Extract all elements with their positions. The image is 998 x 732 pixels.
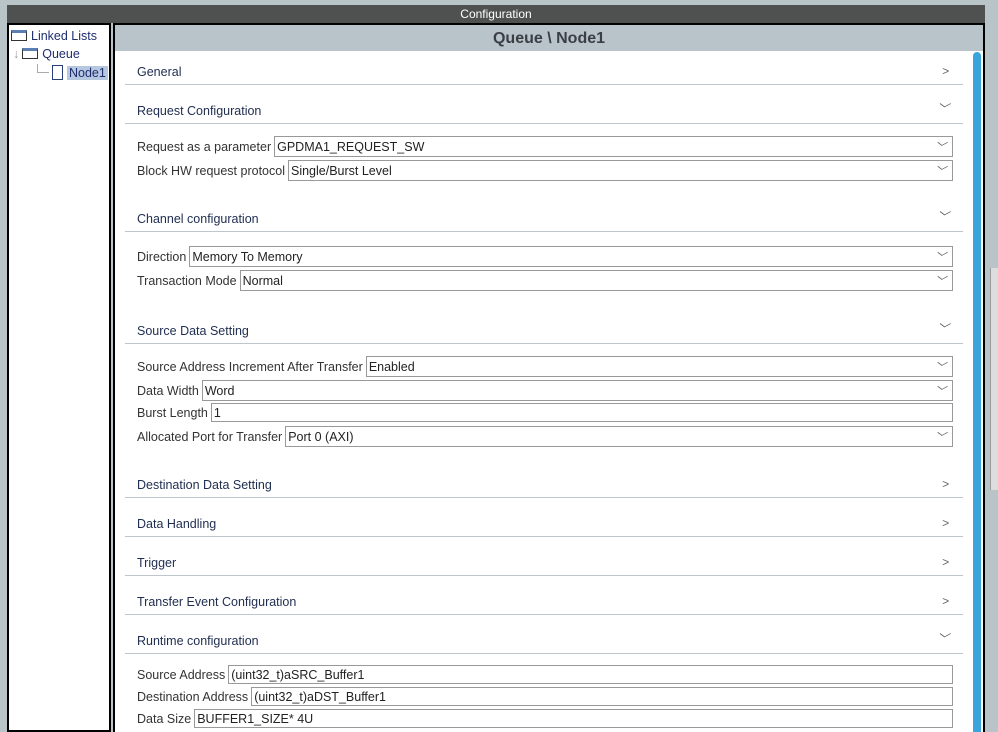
chevron-down-icon: ﹀	[935, 276, 946, 288]
chevron-right-icon: >	[941, 477, 949, 491]
src-inc-select[interactable]: Enabled ﹀	[365, 356, 953, 377]
section-channel[interactable]: Channel configuration ﹀	[125, 194, 963, 232]
field-value: Word	[204, 383, 235, 398]
burst-input[interactable]: 1	[210, 403, 953, 422]
section-label: Runtime configuration	[137, 634, 259, 648]
section-label: Transfer Event Configuration	[137, 595, 297, 609]
section-general[interactable]: General >	[125, 47, 963, 85]
direction-select[interactable]: Memory To Memory ﹀	[189, 246, 953, 267]
tree-label: Linked Lists	[31, 28, 98, 43]
folder-icon	[11, 30, 27, 41]
tree-label: Node1	[67, 65, 108, 80]
section-label: Source Data Setting	[137, 324, 249, 338]
burst-row: Burst Length 1	[137, 403, 953, 422]
chevron-down-icon: ﹀	[936, 102, 949, 116]
section-label: Trigger	[137, 556, 177, 570]
background-window-edge	[990, 268, 998, 490]
transaction-select[interactable]: Normal ﹀	[239, 270, 953, 291]
field-label: Destination Address	[137, 689, 249, 704]
data-width-select[interactable]: Word ﹀	[201, 380, 953, 401]
tree-item-linked-lists[interactable]: Linked Lists	[11, 27, 97, 44]
data-size-row: Data Size BUFFER1_SIZE* 4U	[137, 709, 953, 728]
field-label: Transaction Mode	[137, 273, 237, 288]
section-runtime[interactable]: Runtime configuration ﹀	[125, 616, 963, 654]
field-value: (uint32_t)aDST_Buffer1	[254, 689, 386, 704]
chevron-down-icon: ﹀	[935, 362, 946, 374]
tree-label: Queue	[42, 46, 80, 61]
field-value: Memory To Memory	[192, 249, 303, 264]
config-panel: Queue \ Node1 General > Request Configura…	[113, 23, 985, 732]
request-param-row: Request as a parameter GPDMA1_REQUEST_SW ﹀	[137, 136, 953, 157]
data-width-row: Data Width Word ﹀	[137, 380, 953, 401]
block-hw-row: Block HW request protocol Single/Burst Le…	[137, 160, 953, 181]
dst-addr-input[interactable]: (uint32_t)aDST_Buffer1	[251, 687, 953, 706]
data-size-input[interactable]: BUFFER1_SIZE* 4U	[194, 709, 953, 728]
field-label: Direction	[137, 249, 187, 264]
chevron-right-icon: >	[941, 594, 949, 608]
block-hw-select[interactable]: Single/Burst Level ﹀	[287, 160, 953, 181]
chevron-down-icon: ﹀	[935, 166, 946, 178]
section-label: Data Handling	[137, 517, 217, 531]
section-request[interactable]: Request Configuration ﹀	[125, 86, 963, 124]
chevron-down-icon: ﹀	[935, 252, 946, 264]
scrollbar[interactable]	[973, 52, 981, 732]
field-value: Enabled	[368, 359, 415, 374]
section-label: Request Configuration	[137, 104, 262, 118]
transaction-row: Transaction Mode Normal ﹀	[137, 270, 953, 291]
section-label: Channel configuration	[137, 212, 259, 226]
chevron-right-icon: >	[941, 555, 949, 569]
field-value: BUFFER1_SIZE* 4U	[197, 711, 314, 726]
src-addr-input[interactable]: (uint32_t)aSRC_Buffer1	[228, 665, 953, 684]
field-label: Data Width	[137, 383, 199, 398]
chevron-down-icon: ﹀	[936, 210, 949, 224]
tree-connector	[37, 64, 49, 73]
direction-row: Direction Memory To Memory ﹀	[137, 246, 953, 267]
chevron-down-icon: ﹀	[935, 386, 946, 398]
section-transfer-event[interactable]: Transfer Event Configuration >	[125, 577, 963, 615]
request-param-select[interactable]: GPDMA1_REQUEST_SW ﹀	[274, 136, 953, 157]
chevron-down-icon: ﹀	[935, 432, 946, 444]
field-label: Block HW request protocol	[137, 163, 285, 178]
tree-item-node1[interactable]: Node1	[37, 64, 108, 81]
field-label: Source Address Increment After Transfer	[137, 359, 363, 374]
field-label: Request as a parameter	[137, 139, 272, 154]
expand-arrow-icon[interactable]: ↓	[13, 47, 19, 61]
dst-addr-row: Destination Address (uint32_t)aDST_Buffer…	[137, 687, 953, 706]
chevron-right-icon: >	[941, 516, 949, 530]
chevron-down-icon: ﹀	[936, 322, 949, 336]
chevron-right-icon: >	[941, 64, 949, 78]
section-destination[interactable]: Destination Data Setting >	[125, 460, 963, 498]
field-value: GPDMA1_REQUEST_SW	[277, 139, 425, 154]
field-value: (uint32_t)aSRC_Buffer1	[231, 667, 365, 682]
field-value: Port 0 (AXI)	[288, 429, 354, 444]
section-label: General	[137, 65, 182, 79]
port-select[interactable]: Port 0 (AXI) ﹀	[285, 426, 953, 447]
field-value: Single/Burst Level	[290, 163, 392, 178]
section-source[interactable]: Source Data Setting ﹀	[125, 306, 963, 344]
src-inc-row: Source Address Increment After Transfer E…	[137, 356, 953, 377]
section-label: Destination Data Setting	[137, 478, 272, 492]
tree-panel: Linked Lists ↓ Queue Node1	[7, 23, 111, 732]
port-row: Allocated Port for Transfer Port 0 (AXI) ﹀	[137, 426, 953, 447]
field-label: Source Address	[137, 667, 226, 682]
tree-item-queue[interactable]: ↓ Queue	[13, 45, 80, 62]
field-label: Allocated Port for Transfer	[137, 429, 283, 444]
chevron-down-icon: ﹀	[936, 632, 949, 646]
window-title: Configuration	[7, 5, 985, 23]
field-value: 1	[213, 405, 221, 420]
folder-icon	[22, 48, 39, 59]
section-handling[interactable]: Data Handling >	[125, 499, 963, 537]
section-trigger[interactable]: Trigger >	[125, 538, 963, 576]
document-icon	[52, 65, 63, 80]
field-value: Normal	[242, 273, 283, 288]
src-addr-row: Source Address (uint32_t)aSRC_Buffer1	[137, 665, 953, 684]
field-label: Data Size	[137, 711, 192, 726]
chevron-down-icon: ﹀	[935, 142, 946, 154]
field-label: Burst Length	[137, 405, 208, 420]
